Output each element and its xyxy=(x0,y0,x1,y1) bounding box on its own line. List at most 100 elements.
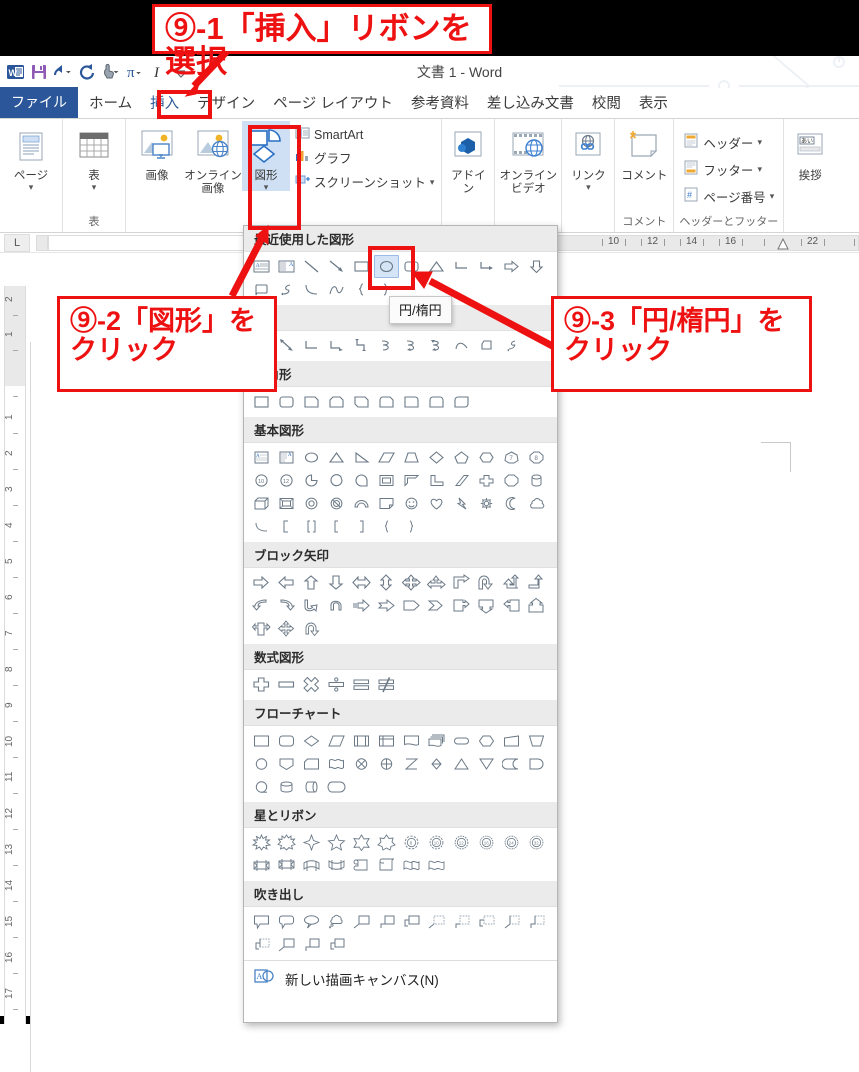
online-picture-button[interactable]: オンライン 画像 xyxy=(184,121,242,196)
shape-folded-corner[interactable] xyxy=(374,492,399,515)
chevron-down-icon[interactable]: ▾ xyxy=(770,192,775,201)
shape-right-brace[interactable] xyxy=(349,515,374,538)
shape-multiply-sign[interactable] xyxy=(299,673,324,696)
shape-rectangle[interactable] xyxy=(249,390,274,413)
tab-review[interactable]: 校閲 xyxy=(583,88,630,118)
shape-flow-summing-junction[interactable] xyxy=(349,752,374,775)
left-indent-marker[interactable] xyxy=(776,237,790,251)
tab-selector-button[interactable]: L xyxy=(4,234,30,252)
shape-left-right-up-callout[interactable] xyxy=(249,617,274,640)
shape-flow-merge[interactable] xyxy=(474,752,499,775)
shape-striped-right-arrow[interactable] xyxy=(349,594,374,617)
shape-curved-arrow-connector[interactable] xyxy=(399,334,424,357)
shape-flow-multidocument[interactable] xyxy=(424,729,449,752)
shapes-section-rectangles[interactable] xyxy=(244,387,557,417)
shapes-section-flowchart[interactable] xyxy=(244,726,557,802)
shape-star-16[interactable]: 16 xyxy=(474,831,499,854)
shape-snip-same-side-corner[interactable] xyxy=(324,390,349,413)
shape-trapezoid[interactable] xyxy=(399,446,424,469)
shapes-section-block-arrows[interactable] xyxy=(244,568,557,644)
shape-right-arrow[interactable] xyxy=(249,571,274,594)
shape-freeform[interactable] xyxy=(474,334,499,357)
shapes-row[interactable] xyxy=(249,933,553,956)
shape-flow-magnetic-disk[interactable] xyxy=(274,775,299,798)
shape-right-brace2[interactable] xyxy=(399,515,424,538)
pages-button[interactable]: ページ ▾ xyxy=(4,121,58,192)
shape-rounded-rectangle[interactable] xyxy=(274,390,299,413)
links-button[interactable]: リンク ▾ xyxy=(566,121,610,192)
shape-down-arrow[interactable] xyxy=(324,571,349,594)
shape-minus-sign[interactable] xyxy=(274,673,299,696)
shapes-row[interactable] xyxy=(249,854,553,877)
shape-no-symbol[interactable] xyxy=(324,492,349,515)
shape-flow-offpage-connector[interactable] xyxy=(274,752,299,775)
shape-vertical-text-box[interactable]: A xyxy=(274,446,299,469)
shape-flow-card[interactable] xyxy=(299,752,324,775)
shape-text-box[interactable]: A xyxy=(249,446,274,469)
shape-elbow-connector[interactable] xyxy=(449,255,474,278)
shape-left-arrow-callout[interactable] xyxy=(499,594,524,617)
shape-flow-decision[interactable] xyxy=(299,729,324,752)
shapes-row[interactable] xyxy=(249,492,553,515)
shape-curved-down-ribbon[interactable] xyxy=(324,854,349,877)
shape-regular-pentagon-star[interactable] xyxy=(499,469,524,492)
shape-star-10[interactable]: 10 xyxy=(424,831,449,854)
shape-flow-internal-storage[interactable] xyxy=(374,729,399,752)
shape-octagon[interactable]: 8 xyxy=(524,446,549,469)
shape-flow-display[interactable] xyxy=(324,775,349,798)
shape-pentagon[interactable] xyxy=(449,446,474,469)
shape-flow-or[interactable] xyxy=(374,752,399,775)
shape-right-arrow[interactable] xyxy=(499,255,524,278)
shape-up-down-arrow[interactable] xyxy=(374,571,399,594)
shape-explosion-1[interactable] xyxy=(249,831,274,854)
shape-elbow-double-arrow[interactable] xyxy=(349,334,374,357)
shape-bevel[interactable] xyxy=(274,492,299,515)
shape-cylinder[interactable] xyxy=(524,469,549,492)
shape-lightning-bolt[interactable] xyxy=(449,492,474,515)
shapes-section-stars-banners[interactable]: 8 10 12 16 24 32 xyxy=(244,828,557,881)
comment-button[interactable]: コメント xyxy=(619,121,669,183)
shape-flow-process[interactable] xyxy=(249,729,274,752)
chevron-down-icon[interactable]: ▾ xyxy=(757,138,762,147)
shape-chord[interactable] xyxy=(324,469,349,492)
shape-flow-predefined-process[interactable] xyxy=(349,729,374,752)
chevron-down-icon[interactable]: ▾ xyxy=(586,183,591,192)
shape-block-arc[interactable] xyxy=(349,492,374,515)
shape-up-arrow-callout[interactable] xyxy=(524,594,549,617)
shape-snip-single-corner[interactable] xyxy=(299,390,324,413)
shape-explosion-2[interactable] xyxy=(274,831,299,854)
tab-mailings[interactable]: 差し込み文書 xyxy=(478,88,583,118)
shape-star-12[interactable]: 12 xyxy=(449,831,474,854)
shapes-row[interactable] xyxy=(249,334,553,357)
shape-line-callout-1-accent[interactable] xyxy=(499,910,524,933)
shape-frame[interactable] xyxy=(374,469,399,492)
shapes-row[interactable] xyxy=(249,729,553,752)
shape-cloud[interactable] xyxy=(524,492,549,515)
shape-flow-extract[interactable] xyxy=(449,752,474,775)
chevron-down-icon[interactable]: ▾ xyxy=(757,165,762,174)
shape-flow-direct-access[interactable] xyxy=(299,775,324,798)
shape-not-equal-sign[interactable] xyxy=(374,673,399,696)
addins-button[interactable]: アドイ ン xyxy=(446,121,490,196)
shape-circular-arrow[interactable] xyxy=(299,617,324,640)
shape-line-callout-3-accent[interactable] xyxy=(249,933,274,956)
shape-moon[interactable] xyxy=(499,492,524,515)
shape-curved-up-ribbon[interactable] xyxy=(299,854,324,877)
shapes-section-lines[interactable] xyxy=(244,331,557,361)
chevron-down-icon[interactable]: ▾ xyxy=(92,183,97,192)
shape-vertical-text-box[interactable]: A xyxy=(274,255,299,278)
shape-line-callout-1-no-border[interactable] xyxy=(274,933,299,956)
shape-down-ribbon[interactable] xyxy=(274,854,299,877)
shape-diagonal-stripe[interactable] xyxy=(449,469,474,492)
shape-flow-punched-tape[interactable] xyxy=(324,752,349,775)
shape-smiley-face[interactable] xyxy=(399,492,424,515)
shapes-row[interactable] xyxy=(249,910,553,933)
shapes-dropdown-panel[interactable]: 最近使用した図形 A A 基本図形 A A 7 8 10 12 ブロック矢印 数… xyxy=(243,225,558,1023)
shapes-row[interactable] xyxy=(249,673,553,696)
tab-view[interactable]: 表示 xyxy=(630,88,677,118)
page-number-button[interactable]: # ページ番号 ▾ xyxy=(680,186,777,207)
shape-cloud-callout[interactable] xyxy=(324,910,349,933)
shape-star-6[interactable] xyxy=(349,831,374,854)
screenshot-button[interactable]: スクリーンショット ▾ xyxy=(292,171,437,192)
chart-button[interactable]: グラフ xyxy=(292,147,437,168)
